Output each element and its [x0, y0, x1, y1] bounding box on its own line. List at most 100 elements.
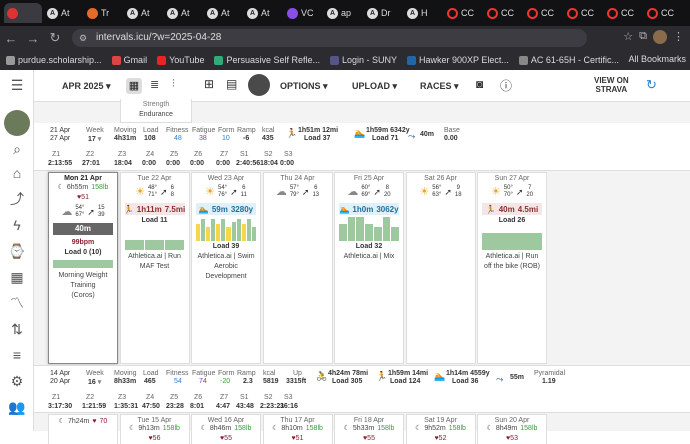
day-card[interactable]: Wed 16 Apr☾8h46m158lb♥5531m 4.2mi — [191, 414, 261, 444]
coach-avatar[interactable] — [248, 74, 270, 96]
calendar-icon[interactable]: ▦ — [8, 268, 26, 286]
activity-header[interactable]: 🏊 59m 3280y — [196, 203, 256, 215]
browser-tab[interactable]: Aap — [324, 3, 362, 23]
bookmark-item[interactable]: purdue.scholarship... — [6, 55, 102, 65]
resting-hr-value: 55 — [367, 435, 375, 442]
day-card[interactable]: Thu 17 Apr☾8h10m158lb♥5127m 1700y — [262, 414, 333, 444]
day-card[interactable]: ☾ 7h24m ♥ 70 — [48, 414, 118, 444]
day-card[interactable]: Sun 20 Apr☾8h49m158lb♥5353m 6mi — [477, 414, 547, 444]
refresh-icon[interactable]: ↻ — [646, 77, 657, 93]
filter-icon[interactable]: ⫶ — [172, 78, 175, 91]
list-view-icon[interactable]: ≣ — [150, 78, 159, 91]
day-card[interactable]: Fri 25 Apr ☁ 60° 69° ➚ 8 20 🏊 1h0m 3062y Load 32 At… — [334, 172, 404, 364]
address-bar-row: ← → ↻ ⚙ intervals.icu/?w=2025-04-28 ☆ ⧉ … — [0, 26, 690, 50]
activity-time: 59m — [211, 204, 228, 214]
browser-tab[interactable]: A Dr — [364, 3, 402, 23]
plan-icon[interactable]: ▤ — [226, 77, 237, 91]
wind-range: 68 — [171, 185, 174, 199]
browser-tab[interactable]: VC — [284, 3, 322, 23]
activity-header[interactable]: 🏊 1h0m 3062y — [339, 203, 399, 215]
day-card[interactable]: Mon 21 Apr ☾ 6h55m 158lb ♥51 ☁ 54° 67° ➚ 15 39 40m 9… — [48, 172, 118, 364]
month-selector[interactable]: APR 2025 ▾ — [62, 81, 111, 92]
moon-icon: ☾ — [129, 425, 136, 432]
bookmark-item[interactable]: Login - SUNY — [330, 55, 397, 65]
wind-speed: 6 — [314, 185, 318, 191]
grid-view-icon[interactable]: ▦ — [126, 78, 142, 94]
hamburger-menu-icon[interactable]: ☰ — [8, 76, 26, 94]
site-info-icon[interactable]: ⚙ — [79, 29, 87, 47]
prev-day-card[interactable]: Strength Endurance — [120, 99, 192, 123]
bookmark-item[interactable]: Hawker 900XP Elect... — [407, 55, 509, 65]
bookmark-item[interactable]: AC 61-65H - Certific... — [518, 55, 619, 65]
all-bookmarks-link[interactable]: All Bookmarks — [628, 54, 686, 64]
search-icon[interactable]: ⌕ — [8, 140, 26, 158]
options-menu[interactable]: OPTIONS ▾ — [280, 81, 328, 92]
browser-tab[interactable]: A At — [44, 3, 82, 23]
browser-tab[interactable] — [4, 3, 42, 23]
zone-label: S3 — [284, 394, 293, 401]
interval-bar — [231, 221, 236, 241]
list-icon[interactable]: ≡ — [8, 346, 26, 364]
browser-tab[interactable]: A At — [124, 3, 162, 23]
zone-label: Z3 — [118, 151, 127, 158]
bookmark-item[interactable]: Gmail — [111, 55, 147, 65]
sleep-value: 8h10m — [281, 425, 303, 432]
interval-bar — [206, 226, 211, 241]
browser-tab[interactable]: CC — [524, 3, 562, 23]
back-icon[interactable]: ← — [0, 31, 22, 46]
star-icon[interactable]: ☆ — [623, 30, 633, 44]
activity-header[interactable]: 40m — [53, 223, 113, 235]
zone-time: 2:13:55 — [48, 160, 73, 167]
browser-tab[interactable]: A At — [244, 3, 282, 23]
bookmark-item[interactable]: Persuasive Self Refle... — [214, 55, 320, 65]
activity-header[interactable]: 🏃 40m 4.5mi — [482, 203, 542, 215]
day-card[interactable]: Sat 26 Apr ☀ 56° 63° ➚ 9 18 — [405, 172, 476, 364]
browser-tab[interactable]: A At — [164, 3, 202, 23]
help-icon[interactable]: ⓘ — [500, 77, 512, 94]
day-card[interactable]: Tue 22 Apr ☀ 48° 71° ➚ 6 8 🏃 1h11m 7.5mi Load 11 At… — [119, 172, 190, 364]
pyramidal-value: 1.19 — [542, 378, 556, 385]
reload-icon[interactable]: ↻ — [44, 30, 66, 46]
browser-tab[interactable]: Tr — [84, 3, 122, 23]
watch-icon[interactable]: ⌚ — [8, 242, 26, 260]
day-card[interactable]: Fri 18 Apr☾5h33m158lb♥5528m — [334, 414, 404, 444]
browser-tab[interactable]: AH — [404, 3, 442, 23]
resting-hr-row: ♥53 — [478, 435, 546, 443]
home-icon[interactable]: ⌂ — [8, 164, 26, 182]
profile-avatar[interactable] — [653, 30, 667, 44]
day-card[interactable]: Thu 24 Apr ☁ 57° 79° ➚ 6 13 — [262, 172, 333, 364]
upload-menu[interactable]: UPLOAD ▾ — [352, 81, 397, 92]
day-card[interactable]: Tue 15 Apr☾9h13m158lb♥5615m 0.5mi — [119, 414, 190, 444]
extensions-icon[interactable]: ⧉ — [639, 30, 647, 44]
resting-hr-value: 70 — [99, 418, 108, 425]
add-event-icon[interactable]: ⊞ — [204, 77, 214, 91]
url-field[interactable]: ⚙ intervals.icu/?w=2025-04-28 — [72, 29, 587, 47]
browser-tab[interactable]: CC — [604, 3, 642, 23]
settings-icon[interactable]: ⚙ — [8, 372, 26, 390]
load-value: Load 11 — [141, 217, 168, 224]
trend-icon[interactable]: ⤴ — [8, 190, 26, 208]
races-menu[interactable]: RACES ▾ — [420, 81, 459, 92]
people-icon[interactable]: 👥 — [8, 398, 26, 416]
browser-tab[interactable]: CC — [564, 3, 602, 23]
day-card[interactable]: Wed 23 Apr ☀ 54° 76° ➚ 6 11 🏊 59m 3280y Load 39 Ath… — [191, 172, 261, 364]
browser-tab[interactable]: CC — [644, 3, 682, 23]
camera-icon[interactable]: ◙ — [476, 77, 483, 91]
chart-line-icon[interactable]: 〽 — [8, 294, 26, 312]
day-card[interactable]: Sat 19 Apr☾9h52m158lb♥521h45m 30mi — [405, 414, 476, 444]
view-on-strava-button[interactable]: VIEW ON STRAVA — [594, 76, 629, 94]
power-icon[interactable]: ϟ — [8, 216, 26, 234]
day-card[interactable]: Sun 27 Apr ☀ 50° 70° ➚ 7 20 🏃 40m 4.5mi Load 26 Ath… — [477, 172, 547, 364]
athlete-avatar[interactable] — [4, 110, 30, 136]
browser-tab[interactable]: A At — [204, 3, 242, 23]
wind-gust: 8 — [170, 192, 174, 198]
compare-icon[interactable]: ⇅ — [8, 320, 26, 338]
activity-title: Morning Weight — [58, 272, 108, 279]
browser-tab[interactable]: CC — [484, 3, 522, 23]
activity-header[interactable]: 🏃 1h11m 7.5mi — [124, 203, 185, 215]
menu-icon[interactable]: ⋮ — [673, 30, 684, 44]
forward-icon[interactable]: → — [22, 31, 44, 46]
bookmark-item[interactable]: YouTube — [157, 55, 204, 65]
resting-hr-value: 52 — [438, 435, 447, 442]
browser-tab[interactable]: CC — [444, 3, 482, 23]
